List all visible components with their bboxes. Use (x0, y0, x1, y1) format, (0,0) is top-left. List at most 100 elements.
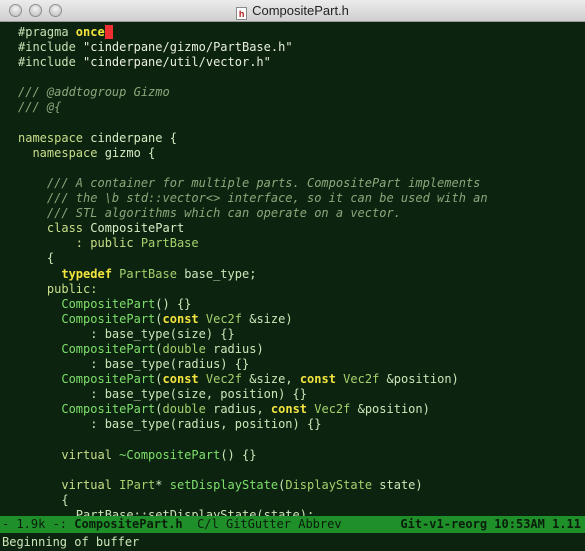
code-line: CompositePart() {} (0, 297, 585, 312)
code-line: typedef PartBase base_type; (0, 267, 585, 282)
modeline-right-info: Git-v1-reorg 10:53AM 1.11 (400, 517, 581, 531)
code-token: /// @{ (18, 100, 62, 115)
code-token: /// A container for multiple parts. Comp… (18, 175, 481, 190)
code-token: Vec2f (205, 311, 250, 326)
code-line: #pragma once (0, 25, 585, 40)
code-token: : base_type(radius, position) {} (18, 417, 322, 432)
code-token: PartBase (140, 236, 199, 251)
code-line: CompositePart(double radius) (0, 342, 585, 357)
code-token: CompositePart (18, 372, 156, 387)
code-token: "cinderpane/gizmo/PartBase.h" (83, 40, 293, 55)
code-token: /// the \b std::vector<> interface, so i… (18, 191, 488, 206)
code-token: const (299, 372, 344, 387)
code-token: /// @addtogroup Gizmo (18, 85, 170, 100)
code-token: : base_type(size, position) {} (18, 387, 307, 402)
code-token: class (18, 221, 91, 236)
code-token: CompositePart (18, 296, 156, 311)
code-token: &size) (249, 311, 293, 326)
modeline-modes[interactable]: C/l GitGutter Abbrev (183, 516, 342, 533)
code-line: /// STL algorithms which can operate on … (0, 206, 585, 221)
modeline-buffer-name[interactable]: CompositePart.h (74, 516, 182, 533)
window-title: h CompositePart.h (0, 3, 585, 20)
minibuffer[interactable]: Beginning of buffer (0, 533, 585, 551)
code-token: PartBase (119, 266, 185, 281)
code-token: { (18, 492, 69, 507)
code-token: : base_type(radius) {} (18, 357, 250, 372)
code-token: const (162, 372, 206, 387)
code-token: typedef (18, 266, 120, 281)
code-line: #include "cinderpane/gizmo/PartBase.h" (0, 40, 585, 55)
code-token: PartBase::setDisplayState(state); (18, 508, 315, 516)
code-line: CompositePart(const Vec2f &size) (0, 312, 585, 327)
code-line: : public PartBase (0, 236, 585, 251)
code-token: gizmo { (104, 145, 156, 160)
code-token: virtual (18, 477, 120, 492)
code-line: CompositePart(double radius, const Vec2f… (0, 402, 585, 417)
code-token: setDisplayState (169, 477, 279, 492)
code-line: /// @addtogroup Gizmo (0, 85, 585, 100)
code-token: namespace (18, 145, 105, 160)
code-token: CompositePart (18, 341, 156, 356)
editor-window: h CompositePart.h #pragma once #include "c… (0, 0, 585, 551)
code-token: : base_type(size) {} (18, 326, 235, 341)
code-token: : public (18, 236, 141, 251)
text-cursor (104, 25, 113, 39)
code-token: ( (155, 402, 163, 417)
code-token: Vec2f (314, 402, 358, 417)
code-token: ( (155, 372, 163, 387)
code-token: { (18, 251, 55, 266)
code-line: namespace cinderpane { (0, 131, 585, 146)
code-line: /// A container for multiple parts. Comp… (0, 176, 585, 191)
code-token: #include (18, 55, 84, 70)
code-line: : base_type(radius, position) {} (0, 417, 585, 432)
code-token: radius, (213, 402, 271, 417)
code-token: /// STL algorithms which can operate on … (18, 206, 401, 221)
code-token: CompositePart (18, 311, 156, 326)
code-token: ( (155, 311, 163, 326)
code-token: &size, (249, 372, 300, 387)
code-editor[interactable]: #pragma once #include "cinderpane/gizmo/P… (0, 23, 585, 516)
code-line: PartBase::setDisplayState(state); (0, 508, 585, 516)
code-token: DisplayState (285, 477, 380, 492)
code-line: namespace gizmo { (0, 146, 585, 161)
mode-line: - 1.9k -: CompositePart.h C/l GitGutter … (0, 516, 585, 533)
code-token: radius) (213, 341, 264, 356)
code-line: : base_type(radius) {} (0, 357, 585, 372)
code-token: Vec2f (205, 372, 250, 387)
header-file-icon: h (236, 7, 248, 20)
code-token: Vec2f (343, 372, 387, 387)
minibuffer-message: Beginning of buffer (2, 535, 140, 549)
code-token: double (162, 341, 214, 356)
code-token: const (162, 311, 206, 326)
code-token: ~CompositePart (119, 447, 221, 462)
code-token: namespace (18, 130, 91, 145)
code-token: () {} (220, 447, 257, 462)
title-bar[interactable]: h CompositePart.h (0, 0, 585, 22)
code-token: IPart (119, 477, 156, 492)
window-title-text: CompositePart.h (252, 3, 349, 18)
code-token: double (162, 402, 214, 417)
code-line: #include "cinderpane/util/vector.h" (0, 55, 585, 70)
code-line: : base_type(size, position) {} (0, 387, 585, 402)
code-token: &position) (357, 402, 430, 417)
code-token: virtual (18, 447, 120, 462)
code-token: * (155, 477, 170, 492)
code-line: /// the \b std::vector<> interface, so i… (0, 191, 585, 206)
code-line: { (0, 251, 585, 266)
code-token: #pragma (18, 25, 76, 39)
code-line: public: (0, 282, 585, 297)
code-token: #include (18, 40, 84, 55)
code-line: virtual IPart* setDisplayState(DisplaySt… (0, 478, 585, 493)
code-token: const (270, 402, 315, 417)
code-token: &position) (386, 372, 459, 387)
code-token: ( (155, 341, 163, 356)
code-line: /// @{ (0, 100, 585, 115)
modeline-status: - 1.9k -: (2, 517, 75, 531)
code-line: : base_type(size) {} (0, 327, 585, 342)
code-token: once (75, 25, 105, 39)
code-line: virtual ~CompositePart() {} (0, 448, 585, 463)
